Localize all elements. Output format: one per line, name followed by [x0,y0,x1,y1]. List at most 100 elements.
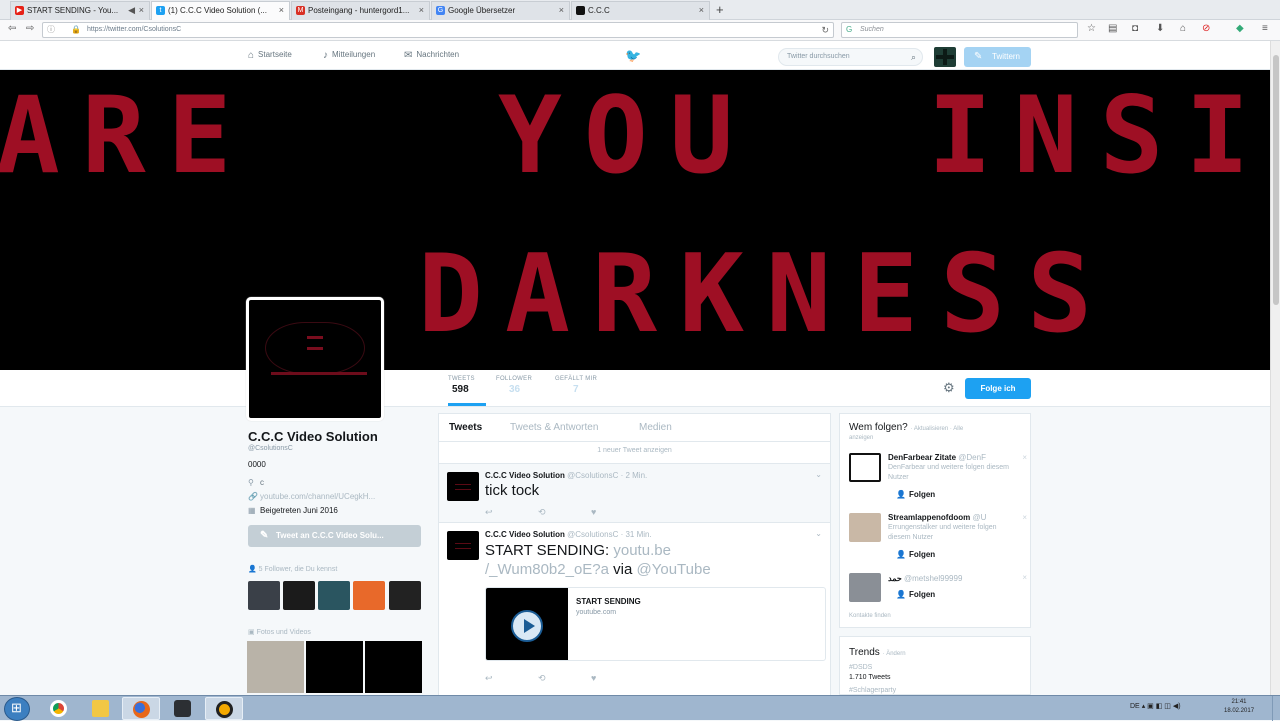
speaker-icon[interactable]: ◀ [128,2,135,19]
tweet-link[interactable]: youtu.be [613,542,671,559]
page-scrollbar[interactable] [1270,41,1280,695]
like-heart-icon[interactable]: ♥ [591,507,644,517]
close-icon[interactable]: × [419,2,424,19]
nav-notifications[interactable]: ♪ Mitteilungen [323,50,375,61]
tweet-avatar[interactable] [447,531,479,560]
new-tab-button[interactable]: + [716,1,724,18]
info-icon[interactable]: ⓘ [47,23,55,37]
chevron-down-icon[interactable]: ⌄ [815,529,822,538]
addon-badge-icon[interactable]: ◆ [1236,23,1244,34]
close-icon[interactable]: × [559,2,564,19]
stat-likes[interactable]: GEFÄLLT MIR 7 [555,376,597,395]
refresh-link[interactable]: · Aktualisieren · Alle [911,426,964,432]
trend-tag[interactable]: #Schlagerparty [849,687,896,694]
website-text[interactable]: youtube.com/channel/UCegkH... [260,492,375,501]
retweet-icon[interactable]: ⟲ [538,673,591,684]
tweet-link-path[interactable]: /_Wum80b2_oE?a [485,561,609,578]
browser-tab-translate[interactable]: G Google Übersetzer × [431,1,570,20]
tweet-to-button[interactable]: ✎ Tweet an C.C.C Video Solu... [248,525,421,547]
suggestion-avatar[interactable] [849,453,881,482]
pocket-icon[interactable]: ◘ [1132,23,1138,34]
twitter-search-input[interactable]: Twitter durchsuchen ⌕ [778,48,923,66]
suggestion-name[interactable]: DenFarbear Zitate @DenF [888,453,986,462]
follower-avatar[interactable] [353,581,385,610]
browser-tab-youtube[interactable]: ▶ START SENDING - You... ◀ × [10,1,150,20]
system-tray[interactable]: DE ▴ ▣ ◧ ◫ ◀) [1130,702,1181,710]
reply-icon[interactable]: ↩ [485,507,538,518]
tweet-author[interactable]: C.C.C Video Solution @CsolutionsC · 2 Mi… [485,471,647,480]
profile-avatar[interactable] [246,297,384,421]
like-heart-icon[interactable]: ♥ [591,673,644,683]
tweet-author[interactable]: C.C.C Video Solution @CsolutionsC · 31 M… [485,530,652,539]
user-avatar[interactable] [934,47,956,67]
browser-tab-gmail[interactable]: M Posteingang - huntergord1... × [291,1,430,20]
change-trends-link[interactable]: · Ändern [883,651,906,657]
taskbar-app-firefox[interactable] [122,697,160,720]
suggestion-display-name[interactable]: DenFarbear Zitate [888,453,956,462]
profile-name[interactable]: C.C.C Video Solution [248,429,378,444]
bookmark-star-icon[interactable]: ☆ [1087,23,1096,34]
dismiss-icon[interactable]: × [1022,573,1027,582]
photos-videos-title[interactable]: ▣ Fotos und Videos [248,628,311,636]
close-icon[interactable]: × [699,2,704,19]
chevron-down-icon[interactable]: ⌄ [815,470,822,479]
follower-avatar[interactable] [248,581,280,610]
follower-avatar[interactable] [283,581,315,610]
close-icon[interactable]: × [279,2,284,19]
url-bar[interactable]: ⓘ 🔒 https://twitter.com/CsolutionsC ↻ [42,22,834,38]
taskbar-app-explorer[interactable] [82,697,120,720]
taskbar-app-chrome[interactable] [40,697,78,720]
follow-button[interactable]: 👤 Folgen [896,490,935,499]
reload-icon[interactable]: ↻ [821,23,829,37]
suggestion-display-name[interactable]: حمد [888,574,902,583]
stat-followers[interactable]: FOLLOWER 36 [496,376,532,395]
new-tweets-banner[interactable]: 1 neuer Tweet anzeigen [439,447,830,454]
play-icon[interactable] [511,610,543,642]
following-button[interactable]: Folge ich [965,378,1031,399]
addon-block-icon[interactable]: ⊘ [1202,23,1210,34]
tray-arrow-icon[interactable]: ▴ ▣ ◧ ◫ ◀) [1142,703,1181,710]
close-icon[interactable]: × [139,2,144,19]
dismiss-icon[interactable]: × [1022,513,1027,522]
language-indicator[interactable]: DE [1130,703,1140,710]
profile-website[interactable]: 🔗 youtube.com/channel/UCegkH... [248,492,375,501]
tweet-button[interactable]: ✎ Twittern [964,47,1031,67]
stat-tweets[interactable]: TWEETS 598 [448,376,475,395]
download-icon[interactable]: ⬇ [1156,23,1164,34]
taskbar-app-discord[interactable] [164,697,202,720]
card-title[interactable]: START SENDING [576,597,641,606]
retweet-icon[interactable]: ⟲ [538,507,591,518]
tweet[interactable]: C.C.C Video Solution @CsolutionsC · 31 M… [439,525,830,695]
tweet-author-name[interactable]: C.C.C Video Solution [485,471,565,480]
suggestion-name[interactable]: Streamlappenofdoom @U [888,513,986,522]
suggestion-name[interactable]: حمد @metshel99999 [888,574,962,583]
video-thumbnail[interactable] [486,588,568,660]
home-icon[interactable]: ⌂ [1180,23,1186,34]
dismiss-icon[interactable]: × [1022,453,1027,462]
search-icon[interactable]: ⌕ [911,49,916,65]
forward-arrow-icon[interactable]: ⇨ [26,23,34,34]
view-all-link[interactable]: anzeigen [849,435,873,441]
gear-icon[interactable]: ⚙ [943,380,955,396]
windows-start-button[interactable] [4,697,30,721]
media-thumbnail[interactable] [306,641,363,693]
back-arrow-icon[interactable]: ⇦ [8,23,16,34]
profile-handle[interactable]: @CsolutionsC [248,445,293,452]
link-preview-card[interactable]: START SENDING youtube.com [485,587,826,661]
browser-tab-twitter[interactable]: t (1) C.C.C Video Solution (... × [151,1,290,20]
tab-tweets-replies[interactable]: Tweets & Antworten [510,422,598,433]
follower-avatar[interactable] [389,581,421,610]
scrollbar-thumb[interactable] [1273,55,1279,305]
twitter-bird-icon[interactable]: 🐦 [625,48,641,64]
tab-tweets[interactable]: Tweets [449,422,482,433]
reading-list-icon[interactable]: ▤ [1108,23,1117,34]
suggestion-avatar[interactable] [849,513,881,542]
browser-tab-ccc[interactable]: C.C.C × [571,1,710,20]
tweet-time[interactable]: · 2 Min. [621,471,648,480]
followers-you-know[interactable]: 👤 5 Follower, die Du kennst [248,565,337,573]
tweet-avatar[interactable] [447,472,479,501]
trend-tag[interactable]: #DSDS [849,664,872,671]
media-thumbnail[interactable] [365,641,422,693]
follower-avatar[interactable] [318,581,350,610]
nav-home[interactable]: ⌂ Startseite [248,50,292,61]
